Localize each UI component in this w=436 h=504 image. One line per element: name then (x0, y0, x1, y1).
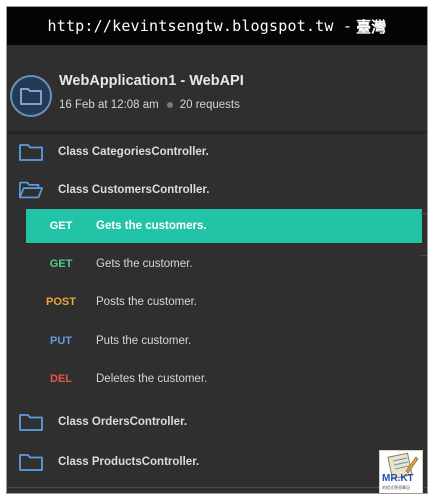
scrollbar-marker (421, 213, 427, 214)
bottom-divider (7, 487, 427, 488)
folder-products[interactable]: Class ProductsController. (7, 445, 427, 479)
collection-title: WebApplication1 - WebAPI (59, 73, 244, 89)
method-badge: GET (49, 220, 73, 232)
method-badge: POST (46, 296, 76, 308)
folder-open-icon (18, 179, 44, 201)
folder-icon (18, 141, 44, 163)
method-badge: GET (49, 258, 73, 270)
collection-header[interactable]: WebApplication1 - WebAPI 16 Feb at 12:08… (7, 45, 427, 135)
collection-request-count: 20 requests (179, 99, 240, 111)
request-item-post-customer[interactable]: POST Posts the customer. (26, 285, 422, 319)
watermark-url: http://kevintsengtw.blogspot.tw - (47, 17, 353, 35)
collection-date: 16 Feb at 12:08 am (59, 99, 159, 111)
request-item-get-customers[interactable]: GET Gets the customers. (26, 209, 422, 243)
watermark-banner: http://kevintsengtw.blogspot.tw - 臺灣 (7, 7, 427, 45)
watermark-place: 臺灣 (356, 17, 387, 36)
request-item-get-customer[interactable]: GET Gets the customer. (26, 247, 422, 281)
request-label: Gets the customers. (96, 220, 207, 232)
folder-icon (18, 451, 44, 473)
mrkt-logo: MR.KT 的程式學習筆記 (379, 450, 423, 493)
folder-icon (18, 411, 44, 433)
folder-label: Class CustomersController. (58, 184, 210, 196)
logo-tagline: 的程式學習筆記 (382, 485, 410, 490)
request-item-delete-customer[interactable]: DEL Deletes the customer. (26, 362, 422, 396)
header-divider (7, 131, 427, 134)
request-item-put-customer[interactable]: PUT Puts the customer. (26, 324, 422, 358)
folder-orders[interactable]: Class OrdersController. (7, 405, 427, 439)
request-label: Posts the customer. (96, 296, 197, 308)
folder-icon (10, 75, 52, 117)
request-label: Deletes the customer. (96, 373, 208, 385)
request-label: Gets the customer. (96, 258, 193, 270)
method-badge: PUT (50, 335, 72, 347)
postman-sidebar: http://kevintsengtw.blogspot.tw - 臺灣 Web… (6, 6, 428, 494)
folder-label: Class ProductsController. (58, 456, 200, 468)
scrollbar-marker (421, 255, 427, 256)
folder-label: Class OrdersController. (58, 416, 188, 428)
collection-meta: 16 Feb at 12:08 am 20 requests (59, 99, 240, 111)
folder-customers[interactable]: Class CustomersController. (7, 173, 427, 207)
logo-brand: MR.KT (382, 473, 414, 484)
method-badge: DEL (50, 373, 72, 385)
folder-categories[interactable]: Class CategoriesController. (7, 135, 427, 169)
request-label: Puts the customer. (96, 335, 192, 347)
separator-dot (166, 102, 173, 108)
folder-label: Class CategoriesController. (58, 146, 209, 158)
